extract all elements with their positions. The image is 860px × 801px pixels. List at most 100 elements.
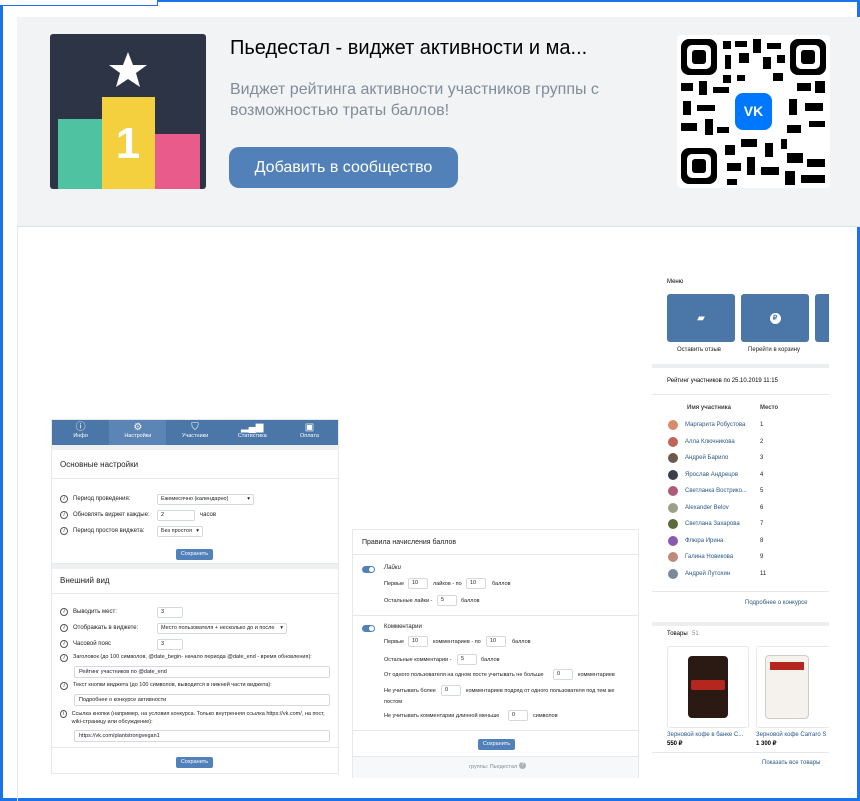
list-item[interactable]: Светланка Вострико... 5	[668, 483, 763, 499]
update-label: Обновлять виджет каждые:	[73, 512, 150, 518]
help-icon[interactable]: i	[60, 624, 68, 632]
help-icon[interactable]: i	[60, 527, 68, 535]
avatar	[668, 568, 678, 579]
display-select[interactable]: Место пользователя + несколько до и посл…	[157, 622, 287, 634]
help-icon[interactable]: i	[60, 710, 67, 718]
list-item[interactable]: Флюра Ирина 8	[668, 533, 763, 549]
timezone-label: Часовой пояс	[73, 641, 112, 647]
comments-toggle[interactable]	[362, 625, 375, 632]
member-name: Алла Ключникова	[685, 438, 735, 445]
divider	[652, 591, 829, 592]
comment-icon: ▰	[697, 312, 705, 324]
member-name: Андрей Барило	[685, 455, 729, 461]
tab-statistics[interactable]: ▂▄▆ Статистика	[224, 420, 281, 445]
help-icon[interactable]: i	[60, 682, 68, 690]
other-comments-input[interactable]: 5	[457, 654, 477, 665]
likes-toggle[interactable]	[362, 566, 375, 573]
save-button[interactable]: Сохранить	[176, 549, 213, 560]
ignore-short-input[interactable]: 0	[508, 710, 528, 721]
goods-card: Товары 51 Зерновой кофе в банке С... 550…	[652, 626, 829, 776]
vk-logo-icon: VK	[743, 103, 764, 119]
list-item[interactable]: Андрей Барило 3	[668, 450, 763, 466]
app-header: 1 Пьедестал - виджет активности и ма... …	[17, 17, 860, 227]
points-label: баллов	[512, 639, 531, 645]
add-to-community-button[interactable]: Добавить в сообщество	[229, 147, 458, 188]
tab-members[interactable]: ⛉ Участники	[166, 420, 223, 445]
help-icon[interactable]: i	[60, 654, 68, 662]
member-place: 8	[760, 537, 764, 544]
button-link-input[interactable]: https://vk.com/plantstrongvegan1	[74, 730, 330, 742]
help-icon[interactable]: i	[60, 608, 68, 616]
period-select[interactable]: Ежемесячно (календарно) ▾	[157, 493, 254, 505]
show-all-goods-link[interactable]: Показать все товары	[762, 760, 820, 766]
list-item[interactable]: Ярослав Андрецов 4	[668, 467, 763, 483]
ignore-short-unit: символов	[533, 713, 558, 719]
chevron-down-icon: ▾	[196, 527, 199, 534]
avatar	[668, 552, 678, 562]
places-row: i Выводить мест: 3	[52, 604, 338, 620]
likes-count-input[interactable]: 10	[408, 578, 428, 589]
tab-label: Участники	[181, 433, 209, 439]
product-image[interactable]	[756, 646, 829, 728]
list-item[interactable]: Алла Ключникова 2	[668, 434, 763, 450]
list-item[interactable]: Галина Новикова 9	[668, 549, 763, 565]
top-tab-edge	[0, 0, 158, 6]
more-link[interactable]: Подробнее о конкурсе	[745, 600, 807, 606]
footer-label: группы: Пьедестал	[469, 764, 518, 770]
ignore-more-tail2: постом	[384, 699, 403, 705]
menu-title: Меню	[667, 279, 684, 285]
list-item[interactable]: Alexander Belov 6	[668, 500, 763, 516]
tab-info[interactable]: ⓘ Инфо	[52, 420, 109, 445]
menu-tile-cart[interactable]: ₽	[741, 294, 809, 342]
member-place: 9	[760, 554, 764, 560]
button-text-input[interactable]: Подробнее о конкурсе активности	[74, 694, 330, 706]
likes-per-label: лайков - по	[433, 581, 462, 587]
column-place: Место	[760, 405, 779, 411]
main-settings-title: Основные настройки	[52, 450, 338, 479]
ignore-more-tail: комментариев подряд от одного пользовате…	[466, 688, 615, 694]
menu-tile-more[interactable]	[815, 294, 829, 342]
idle-row: i Период простоя виджета: Без простоя ▾	[52, 523, 338, 539]
tab-label: Настройки	[124, 433, 152, 439]
tab-settings[interactable]: ⚙ Настройки	[109, 420, 167, 445]
per-post-unit: комментариев	[578, 672, 615, 678]
comments-points-input[interactable]: 10	[486, 636, 506, 647]
list-item[interactable]: Светлана Захарова 7	[668, 516, 763, 532]
ignore-more-label: Не учитывать более	[384, 688, 436, 694]
tab-payment[interactable]: ▣ Оплата	[281, 420, 338, 445]
update-input[interactable]: 2	[157, 509, 195, 521]
header-hint-row: i Заголовок (до 100 символов, @date_begin…	[52, 652, 338, 664]
comments-count-input[interactable]: 10	[408, 636, 428, 647]
product-name[interactable]: Зерновой кофе Carraro S	[756, 732, 826, 738]
other-likes-input[interactable]: 5	[437, 595, 457, 606]
help-icon[interactable]: i	[60, 640, 68, 648]
product-image[interactable]	[667, 646, 749, 728]
header-input[interactable]: Рейтинг участников по @date_end	[74, 666, 330, 678]
avatar	[668, 436, 678, 447]
period-label: Период проведения:	[73, 496, 131, 502]
menu-tile-feedback[interactable]: ▰	[667, 294, 735, 342]
likes-points-input[interactable]: 10	[466, 578, 486, 589]
save-button[interactable]: Сохранить	[176, 757, 213, 768]
podium-digit: 1	[115, 119, 141, 168]
save-button[interactable]: Сохранить	[478, 739, 515, 750]
idle-select[interactable]: Без простоя ▾	[157, 525, 203, 537]
idle-value: Без простоя	[161, 527, 192, 534]
help-icon[interactable]: i	[60, 511, 68, 519]
list-item[interactable]: Маргарита Робустова 1	[668, 417, 763, 433]
app-icon: 1	[50, 34, 206, 189]
help-icon[interactable]: ?	[519, 762, 526, 769]
per-post-label: От одного пользователя на одном посте уч…	[384, 672, 544, 678]
list-item[interactable]: Андрей Лутохин 11	[668, 566, 766, 582]
ignore-more-input[interactable]: 0	[441, 685, 461, 696]
coffee-bag-icon	[765, 655, 809, 719]
tab-label: Инфо	[73, 433, 88, 439]
places-input[interactable]: 3	[157, 606, 183, 618]
button-hint-row: i Текст кнопки виджета (до 100 символов, …	[52, 680, 338, 692]
coffee-can-label-icon	[691, 680, 725, 690]
product-name[interactable]: Зерновой кофе в банке С...	[667, 732, 743, 738]
qr-code[interactable]: VK	[677, 35, 830, 188]
help-icon[interactable]: i	[60, 495, 68, 503]
per-post-input[interactable]: 0	[553, 669, 573, 680]
timezone-input[interactable]: 3	[157, 638, 183, 650]
